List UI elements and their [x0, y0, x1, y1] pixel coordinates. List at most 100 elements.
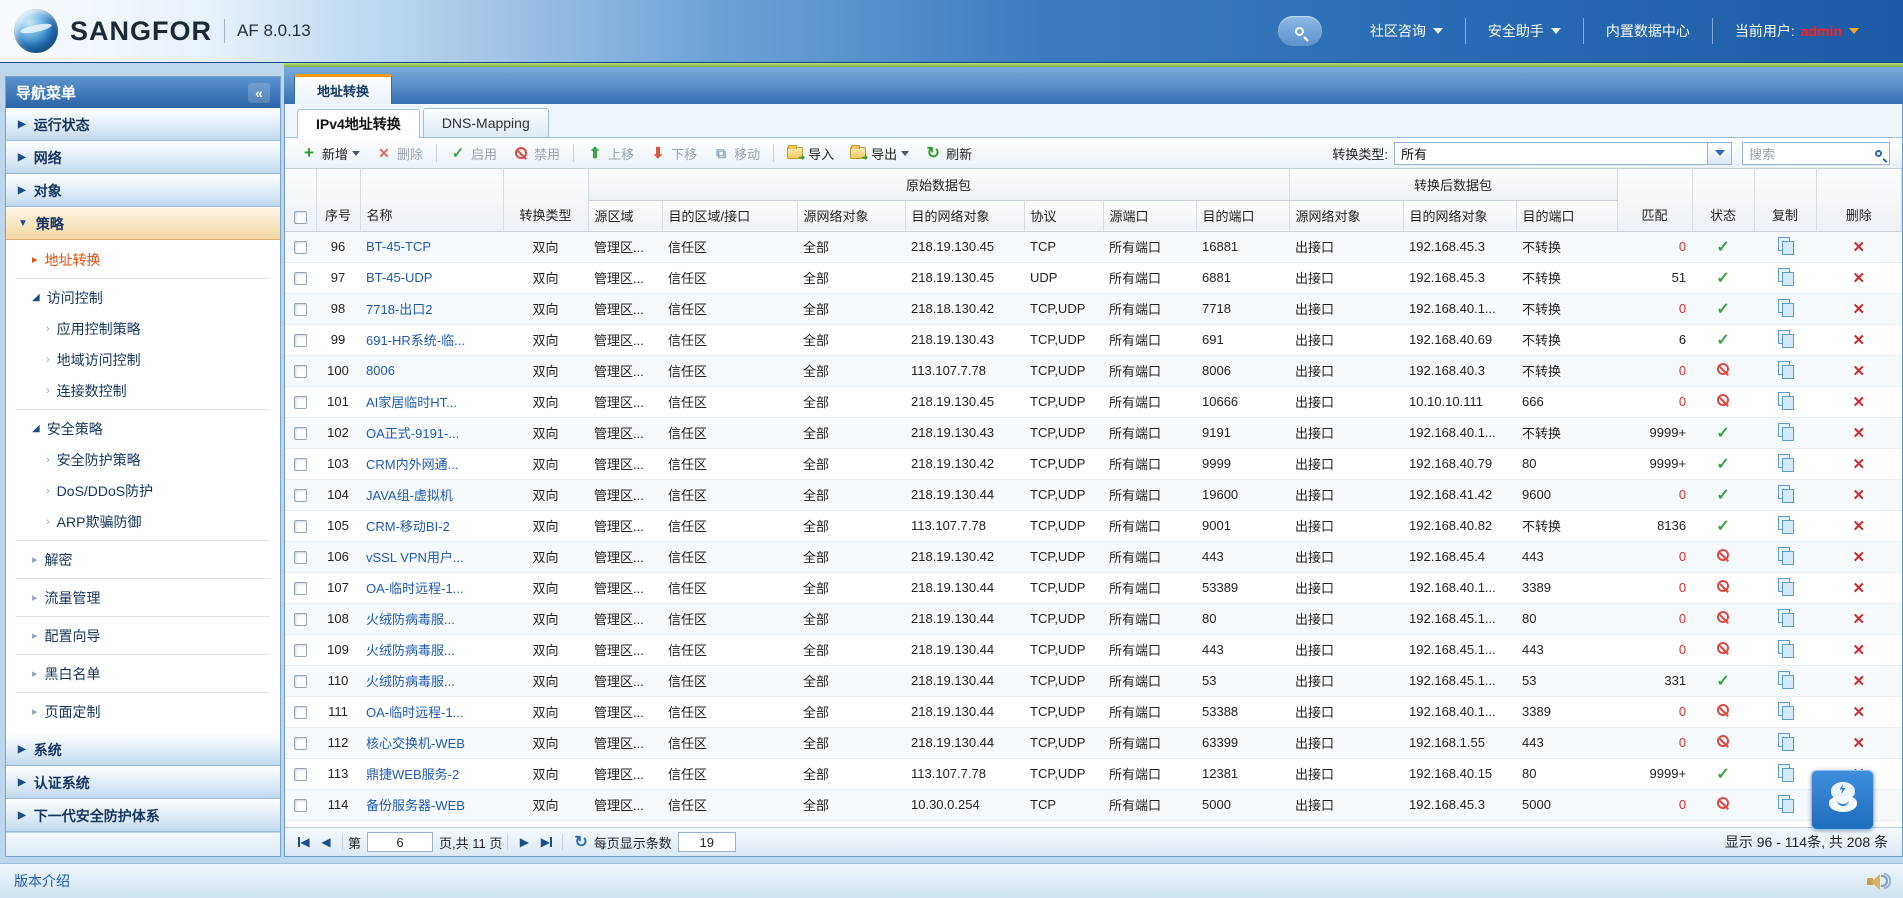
copy-icon[interactable] [1777, 547, 1794, 565]
sidebar-item-配置向导[interactable]: ▸ 配置向导 [6, 620, 280, 651]
rule-name-link[interactable]: 8006 [366, 363, 395, 378]
copy-icon[interactable] [1777, 671, 1794, 689]
top-menu-item-3[interactable]: 内置数据中心 [1584, 21, 1712, 41]
row-checkbox[interactable] [294, 241, 307, 255]
row-checkbox[interactable] [294, 706, 307, 720]
row-checkbox[interactable] [294, 737, 307, 751]
row-checkbox[interactable] [294, 303, 307, 317]
导出-button[interactable]: 导出 [842, 141, 917, 165]
combo-trigger-button[interactable] [1707, 142, 1731, 164]
row-checkbox[interactable] [294, 799, 307, 813]
sidebar-group-运行状态[interactable]: ▶ 运行状态 [6, 108, 280, 141]
rule-name-link[interactable]: 备份服务器-WEB [366, 798, 465, 813]
tab-DNS-Mapping[interactable]: DNS-Mapping [422, 108, 549, 137]
row-checkbox[interactable] [294, 613, 307, 627]
copy-icon[interactable] [1777, 485, 1794, 503]
row-checkbox[interactable] [294, 365, 307, 379]
search-submit-button[interactable] [1867, 143, 1889, 164]
current-user-menu[interactable]: 当前用户: admin [1713, 21, 1881, 41]
col-header-copy[interactable]: 复制 [1754, 169, 1817, 232]
delete-icon[interactable]: ✕ [1852, 673, 1865, 690]
delete-icon[interactable]: ✕ [1852, 549, 1865, 566]
sidebar-item-安全防护策略[interactable]: › 安全防护策略 [6, 444, 280, 475]
copy-icon[interactable] [1777, 268, 1794, 286]
col-header-src-port[interactable]: 源端口 [1103, 200, 1197, 232]
version-info-link[interactable]: 版本介绍 [14, 871, 70, 891]
rule-name-link[interactable]: CRM-移动BI-2 [366, 519, 450, 534]
rule-name-link[interactable]: OA-临时远程-1... [366, 581, 464, 596]
last-page-button[interactable]: ▶ [535, 832, 557, 852]
row-checkbox[interactable] [294, 489, 307, 503]
delete-icon[interactable]: ✕ [1852, 704, 1865, 721]
tab-IPv4地址转换[interactable]: IPv4地址转换 [297, 109, 420, 138]
assistant-widget[interactable] [1811, 770, 1874, 830]
sidebar-item-ARP欺骗防御[interactable]: › ARP欺骗防御 [6, 506, 280, 537]
top-menu-item-2[interactable]: 安全助手 [1466, 21, 1583, 41]
tab-address-translation[interactable]: 地址转换 [294, 74, 393, 104]
delete-icon[interactable]: ✕ [1852, 580, 1865, 597]
col-header-name[interactable]: 名称 [360, 169, 504, 232]
copy-icon[interactable] [1777, 795, 1794, 813]
col-header-dst-zone[interactable]: 目的区域/接口 [662, 200, 798, 232]
rule-name-link[interactable]: 鼎捷WEB服务-2 [366, 767, 459, 782]
sidebar-group-下一代安全防护体系[interactable]: ▶ 下一代安全防护体系 [6, 799, 280, 832]
rule-name-link[interactable]: 691-HR系统-临... [366, 333, 465, 348]
col-header-status[interactable]: 状态 [1692, 169, 1755, 232]
sidebar-group-认证系统[interactable]: ▶ 认证系统 [6, 766, 280, 799]
sidebar-item-应用控制策略[interactable]: › 应用控制策略 [6, 313, 280, 344]
delete-icon[interactable]: ✕ [1852, 239, 1865, 256]
delete-icon[interactable]: ✕ [1852, 425, 1865, 442]
col-header-delete[interactable]: 删除 [1816, 169, 1902, 232]
sidebar-group-策略[interactable]: ▼ 策略 [6, 207, 280, 240]
delete-icon[interactable]: ✕ [1852, 735, 1865, 752]
copy-icon[interactable] [1777, 237, 1794, 255]
col-header-no[interactable]: 序号 [316, 169, 361, 232]
新增-button[interactable]: + 新增 [293, 141, 368, 165]
col-header-dst-port[interactable]: 目的端口 [1196, 200, 1290, 232]
delete-icon[interactable]: ✕ [1852, 611, 1865, 628]
global-search-button[interactable] [1277, 16, 1322, 46]
delete-icon[interactable]: ✕ [1852, 363, 1865, 380]
copy-icon[interactable] [1777, 733, 1794, 751]
row-checkbox[interactable] [294, 551, 307, 565]
rule-name-link[interactable]: 火绒防病毒服... [366, 674, 455, 689]
delete-icon[interactable]: ✕ [1852, 456, 1865, 473]
sidebar-item-连接数控制[interactable]: › 连接数控制 [6, 375, 280, 406]
col-header-type[interactable]: 转换类型 [503, 169, 589, 232]
col-header-match[interactable]: 匹配 [1617, 169, 1693, 232]
col-header-src-obj[interactable]: 源网络对象 [797, 200, 906, 232]
copy-icon[interactable] [1777, 609, 1794, 627]
col-header-nat-dst-port[interactable]: 目的端口 [1516, 200, 1618, 232]
per-page-input[interactable]: 19 [677, 832, 736, 852]
row-checkbox[interactable] [294, 520, 307, 534]
rule-name-link[interactable]: OA正式-9191-... [366, 426, 459, 441]
rule-name-link[interactable]: BT-45-TCP [366, 239, 431, 254]
col-header-proto[interactable]: 协议 [1024, 200, 1104, 232]
sidebar-item-解密[interactable]: ▸ 解密 [6, 544, 280, 575]
row-checkbox[interactable] [294, 644, 307, 658]
page-number-input[interactable]: 6 [367, 832, 434, 852]
copy-icon[interactable] [1777, 423, 1794, 441]
translation-type-select[interactable]: 所有 [1394, 141, 1732, 165]
delete-icon[interactable]: ✕ [1852, 518, 1865, 535]
row-checkbox[interactable] [294, 768, 307, 782]
delete-icon[interactable]: ✕ [1852, 642, 1865, 659]
sidebar-group-系统[interactable]: ▶ 系统 [6, 733, 280, 766]
rule-name-link[interactable]: vSSL VPN用户... [366, 550, 464, 565]
导入-button[interactable]: 导入 [779, 141, 842, 165]
copy-icon[interactable] [1777, 330, 1794, 348]
copy-icon[interactable] [1777, 392, 1794, 410]
rule-name-link[interactable]: BT-45-UDP [366, 270, 432, 285]
rule-name-link[interactable]: 火绒防病毒服... [366, 612, 455, 627]
copy-icon[interactable] [1777, 516, 1794, 534]
copy-icon[interactable] [1777, 578, 1794, 596]
sidebar-group-网络[interactable]: ▶ 网络 [6, 141, 280, 174]
copy-icon[interactable] [1777, 299, 1794, 317]
copy-icon[interactable] [1777, 454, 1794, 472]
row-checkbox[interactable] [294, 427, 307, 441]
sidebar-item-地址转换[interactable]: ▸ 地址转换 [6, 244, 280, 275]
sidebar-item-安全策略[interactable]: ◢ 安全策略 [6, 413, 280, 444]
col-header-nat-src-obj[interactable]: 源网络对象 [1289, 200, 1404, 232]
row-checkbox[interactable] [294, 582, 307, 596]
delete-icon[interactable]: ✕ [1852, 301, 1865, 318]
